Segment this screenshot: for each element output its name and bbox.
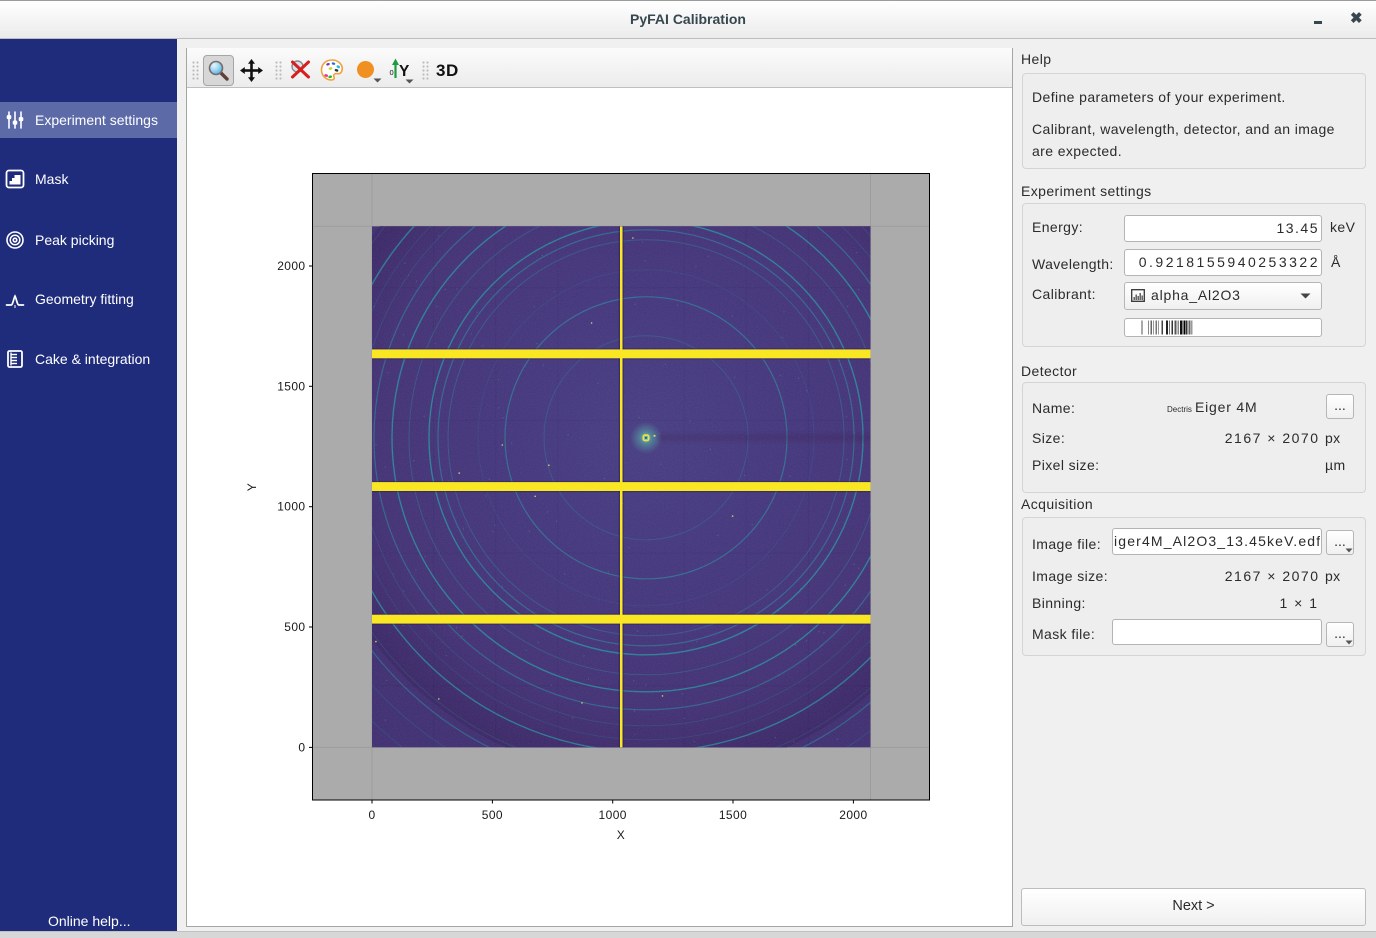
svg-text:0: 0 — [298, 740, 305, 754]
svg-text:1000: 1000 — [599, 808, 627, 822]
svg-text:Y: Y — [399, 63, 410, 80]
svg-text:2000: 2000 — [277, 259, 305, 273]
svg-text:0: 0 — [390, 68, 394, 77]
svg-text:0: 0 — [368, 808, 375, 822]
svg-text:1500: 1500 — [719, 808, 747, 822]
svg-text:1000: 1000 — [277, 500, 305, 514]
svg-text:2000: 2000 — [839, 808, 867, 822]
svg-text:1500: 1500 — [277, 379, 305, 393]
svg-text:X: X — [617, 828, 625, 842]
svg-text:500: 500 — [482, 808, 503, 822]
svg-text:500: 500 — [284, 620, 305, 634]
svg-text:Y: Y — [245, 483, 259, 491]
